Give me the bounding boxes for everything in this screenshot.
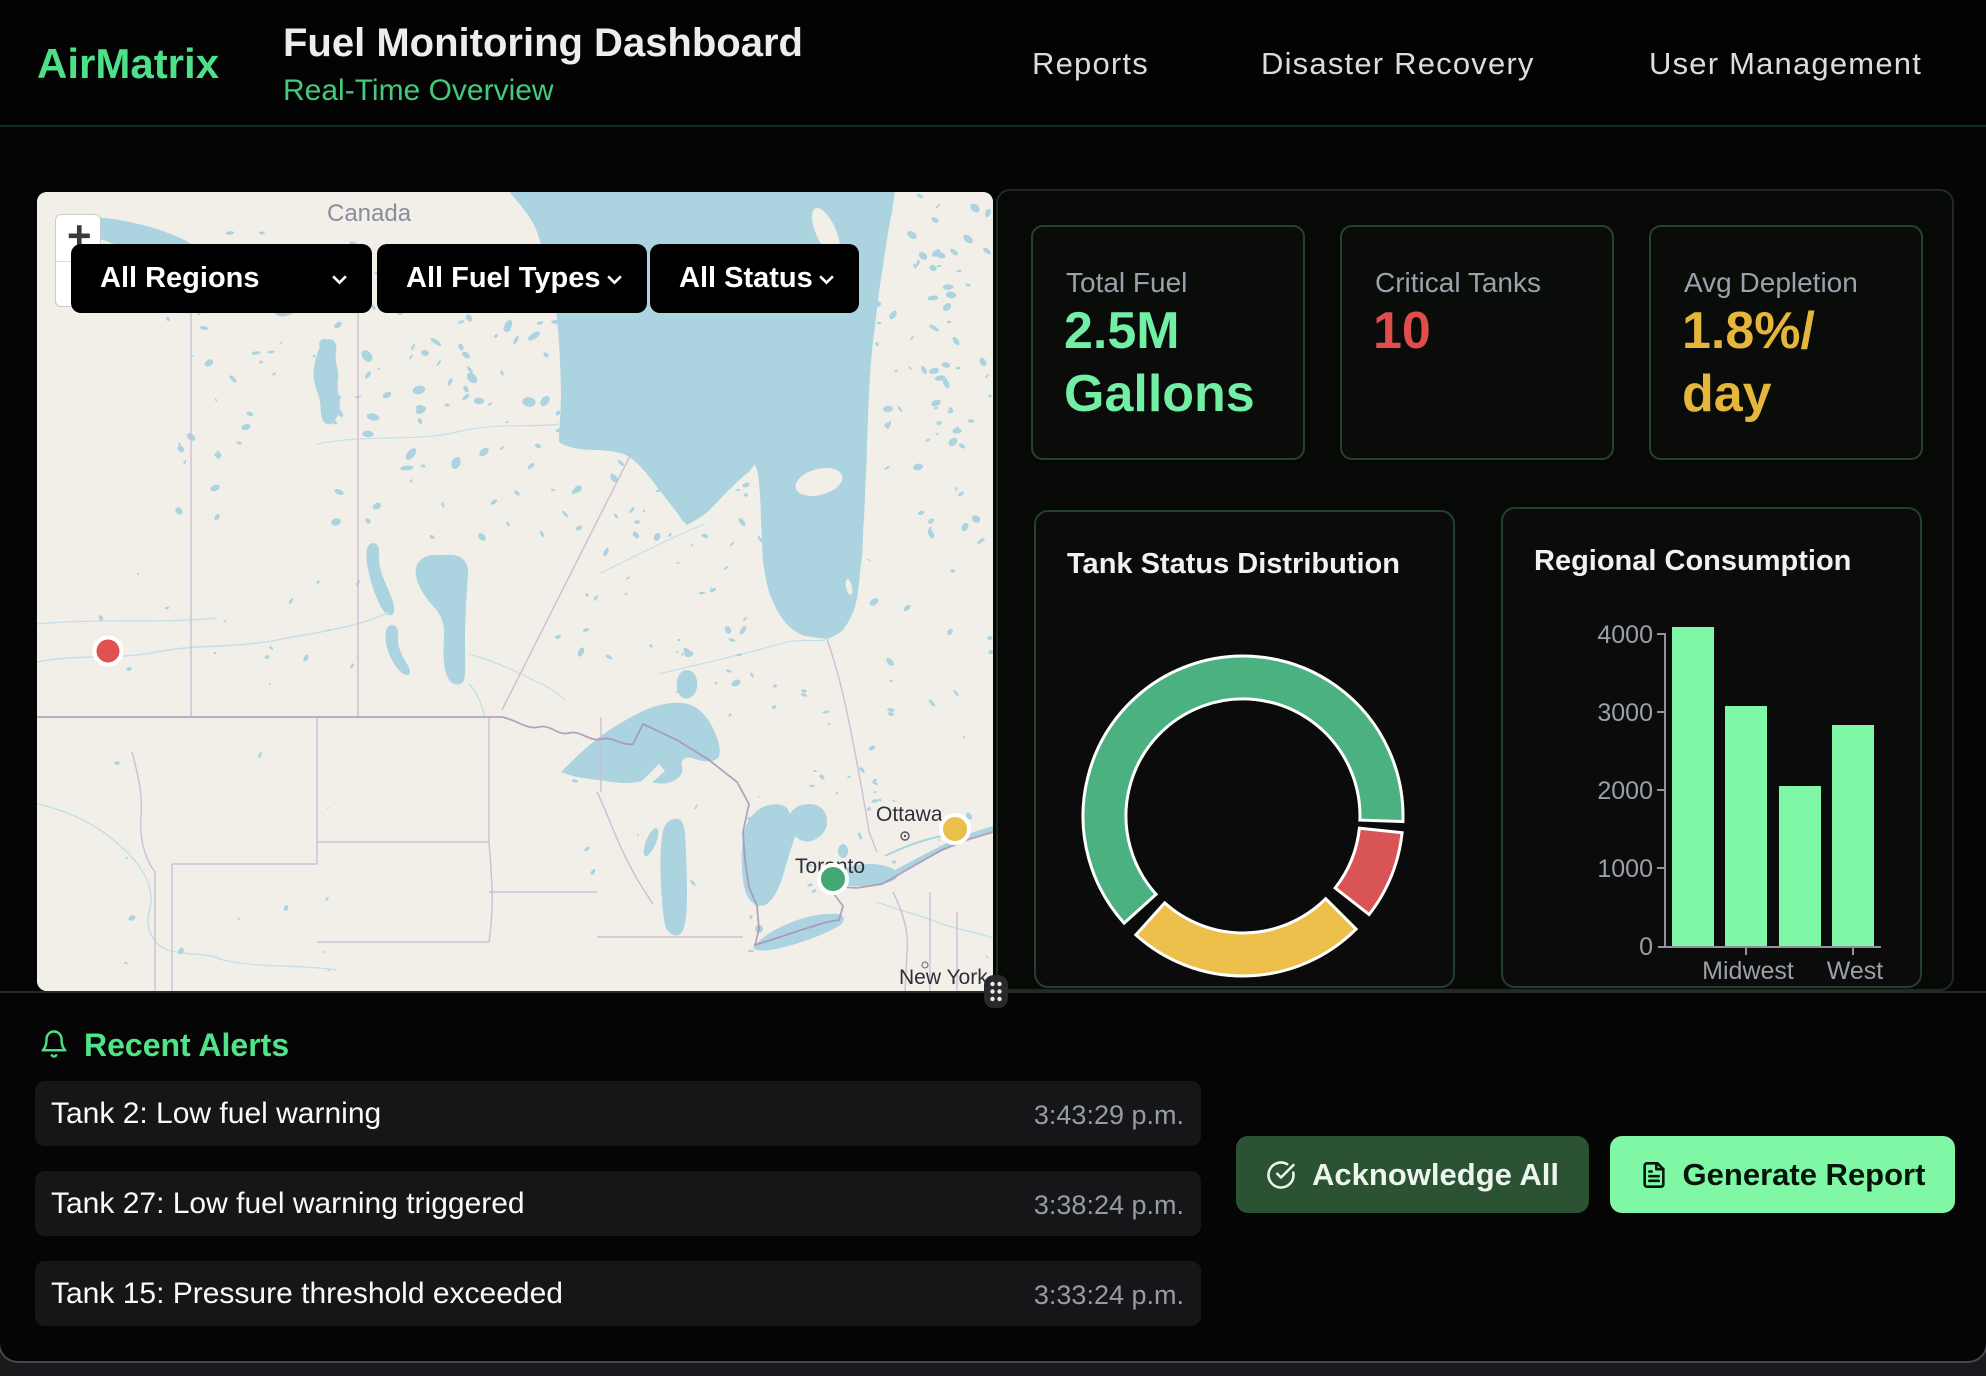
svg-text:Midwest: Midwest	[1702, 957, 1794, 985]
svg-text:1000: 1000	[1597, 855, 1653, 883]
svg-text:Ottawa: Ottawa	[876, 803, 943, 826]
svg-text:4000: 4000	[1597, 621, 1653, 649]
svg-text:New York: New York	[899, 966, 988, 989]
svg-text:0: 0	[1639, 933, 1653, 961]
svg-text:3000: 3000	[1597, 699, 1653, 727]
svg-text:West: West	[1827, 957, 1884, 985]
svg-text:Canada: Canada	[327, 200, 412, 227]
svg-text:2000: 2000	[1597, 777, 1653, 805]
